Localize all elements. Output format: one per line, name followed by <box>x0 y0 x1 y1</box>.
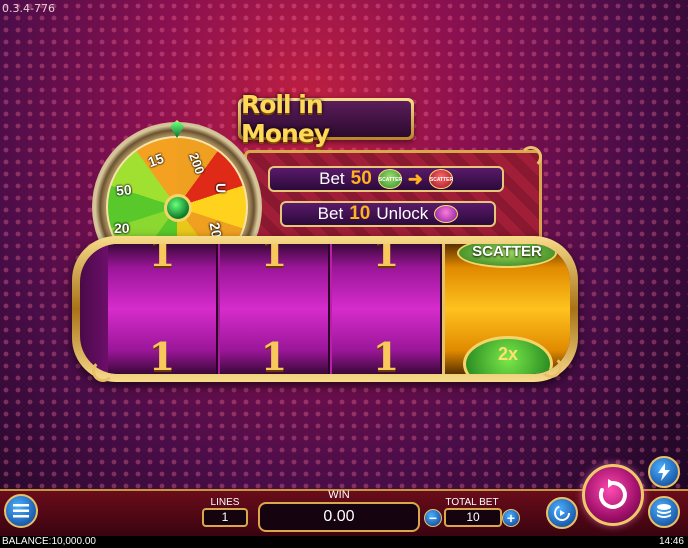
reel-symbol: 1 <box>260 244 288 275</box>
hamburger-icon <box>13 504 29 518</box>
bet-label: Bet <box>319 169 345 188</box>
reel-symbol: 1 <box>148 334 176 374</box>
total-bet-label: TOTAL BET <box>445 497 499 508</box>
bet-chips-button[interactable] <box>648 496 680 528</box>
frame-ornament <box>92 360 114 382</box>
bonus-badge-icon <box>434 205 459 223</box>
bonus-reel: SCATTER 2x <box>442 244 570 374</box>
wheel-segment-label: 50 <box>115 181 133 199</box>
lightning-icon <box>658 463 670 481</box>
reel-symbol: 1 <box>148 244 176 275</box>
lines-label: LINES <box>210 497 240 508</box>
bet-scatter-info: Bet 50 SCATTER ➜ SCATTER <box>268 166 504 192</box>
reel-3: 1 1 <box>332 244 442 374</box>
autoplay-icon <box>554 505 570 521</box>
clock: 14:46 <box>658 536 684 547</box>
reel-symbol: 1 <box>372 244 400 275</box>
reel-window: 1 1 1 1 1 1 SCATTER 2x <box>80 244 570 374</box>
frame-ornament <box>520 146 542 168</box>
bet-amount-value: 50 <box>350 168 372 189</box>
balance-readout: BALANCE:10,000.00 <box>2 536 96 547</box>
reel-symbol: 1 <box>372 334 400 374</box>
reel-1: 1 1 <box>108 244 218 374</box>
win-label: WIN <box>328 489 350 501</box>
info-panel-frame <box>244 150 542 242</box>
wheel-hub <box>164 194 192 222</box>
increase-bet-button[interactable]: + <box>502 509 520 527</box>
turbo-button[interactable] <box>648 456 680 488</box>
unlock-bet-value: 10 <box>349 203 371 224</box>
total-bet-value: 10 <box>444 508 502 527</box>
frame-ornament <box>540 356 562 378</box>
decrease-bet-button[interactable]: − <box>424 509 442 527</box>
version-label: 0.3.4-776 <box>2 2 55 15</box>
game-logo: Roll in Money <box>238 90 414 148</box>
unlock-label: Unlock <box>376 204 429 223</box>
spin-button[interactable] <box>582 464 644 526</box>
wheel-segment-label: 20 <box>114 220 130 236</box>
coin-stack-icon <box>657 504 671 518</box>
win-amount: 0.00 <box>258 502 420 532</box>
red-scatter-icon: SCATTER <box>428 169 453 189</box>
autoplay-button[interactable] <box>546 497 578 529</box>
lines-value[interactable]: 1 <box>202 508 248 527</box>
wheel-segment-label: U <box>213 182 230 194</box>
logo-text: Roll in Money <box>241 90 411 148</box>
reel-symbol: 1 <box>260 334 288 374</box>
spin-arrow-icon <box>598 479 627 509</box>
arrow-right-icon: ➜ <box>407 168 423 189</box>
green-scatter-icon: SCATTER <box>377 169 402 189</box>
status-bar: BALANCE:10,000.00 14:46 <box>0 536 688 548</box>
reel-2: 1 1 <box>220 244 330 374</box>
bet-label: Bet <box>317 204 344 223</box>
scatter-symbol: SCATTER <box>457 244 557 268</box>
bet-unlock-info: Bet 10 Unlock <box>280 201 496 227</box>
menu-button[interactable] <box>4 494 38 528</box>
